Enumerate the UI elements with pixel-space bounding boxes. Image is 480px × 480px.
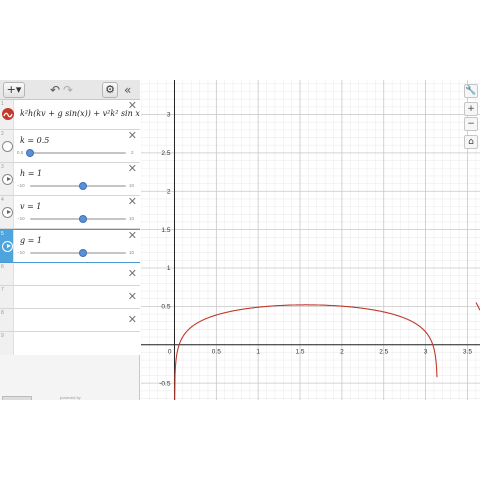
expression-number: 4 [1,197,4,203]
expression-number: 8 [1,310,4,316]
graph-settings-wrench-icon[interactable]: 🔧 [464,84,478,98]
slider-max-label[interactable]: 2 [131,150,134,155]
delete-expression-icon[interactable]: ✕ [128,314,137,326]
y-tick-label: 1 [167,265,171,272]
slider-knob[interactable] [78,215,87,223]
x-tick-label: 1.5 [296,349,305,356]
powered-by-label: powered by [60,395,81,400]
collapse-panel-icon[interactable]: « [124,82,131,98]
slider-label[interactable]: g = 1 [20,236,42,245]
x-tick-label: 2.5 [379,349,388,356]
redo-icon[interactable]: ↷ [63,82,73,98]
y-tick-label: 2.5 [161,150,170,157]
graph-paper[interactable]: 0 0.5 1 1.5 2 2.5 3 3.5 3 2.5 2 1.5 1 0.5 -0.5 🔧 + − ⌂ [141,80,480,400]
x-tick-label: 3.5 [463,349,472,356]
slider-track[interactable] [30,182,126,190]
x-tick-label: 0.5 [212,349,221,356]
keypad-toggle-button[interactable] [2,396,32,400]
graph-canvas[interactable]: 0 0.5 1 1.5 2 2.5 3 3.5 3 2.5 2 1.5 1 0.5 -0.5 [141,80,480,400]
default-zoom-home-button[interactable]: ⌂ [464,135,478,149]
expression-index-cell: 9 [0,332,14,355]
y-tick-label: 0.5 [161,304,170,311]
x-tick-label: 0 [168,349,172,356]
x-tick-label: 3 [424,349,428,356]
delete-expression-icon[interactable]: ✕ [128,130,137,142]
graph-color-icon[interactable] [2,108,14,120]
delete-expression-icon[interactable]: ✕ [128,196,137,208]
play-slider-icon[interactable] [2,207,13,218]
expression-toolbar: +▾ ↶ ↷ ⚙ « [0,80,140,100]
slider-label[interactable]: h = 1 [20,169,42,178]
undo-icon[interactable]: ↶ [50,82,60,98]
slider-label[interactable]: v = 1 [20,202,41,211]
slider-max-label[interactable]: 10 [129,183,134,188]
expression-number: 9 [1,333,4,339]
zoom-in-button[interactable]: + [464,102,478,116]
expression-index-cell: 7 [0,286,14,308]
settings-button[interactable]: ⚙ [102,82,118,98]
delete-expression-icon[interactable]: ✕ [128,268,137,280]
y-tick-label: 1.5 [161,227,170,234]
expression-number: 1 [1,101,4,107]
slider-min-label[interactable]: 0.5 [17,150,23,155]
y-tick-label: 3 [167,112,171,119]
slider-track[interactable] [26,149,126,157]
expression-number: 7 [1,287,4,293]
expression-index-cell: 6 [0,263,14,285]
expression-list: 1 k²h(kv + g sin(x)) + v²k² sin x ✕ 2 k … [0,100,140,355]
expression-latex[interactable]: k²h(kv + g sin(x)) + v²k² sin x [20,109,140,118]
expression-number: 5 [1,231,4,237]
zoom-out-button[interactable]: − [464,117,478,131]
slider-min-label[interactable]: −10 [17,216,25,221]
slider-knob[interactable] [78,182,87,190]
x-tick-label: 2 [340,349,344,356]
play-slider-icon[interactable] [2,241,13,252]
expression-row-2[interactable]: 2 k = 0.5 0.5 2 ✕ [0,130,140,163]
slider-track[interactable] [30,249,126,257]
play-slider-icon[interactable] [2,174,13,185]
delete-expression-icon[interactable]: ✕ [128,291,137,303]
expression-row-1[interactable]: 1 k²h(kv + g sin(x)) + v²k² sin x ✕ [0,100,140,130]
expression-index-cell: 8 [0,309,14,331]
expression-row-8[interactable]: 8 ✕ [0,309,140,332]
delete-expression-icon[interactable]: ✕ [128,230,137,242]
slider-track[interactable] [30,215,126,223]
expression-row-9[interactable]: 9 [0,332,140,355]
slider-max-label[interactable]: 10 [129,250,134,255]
x-tick-label: 1 [256,349,260,356]
delete-expression-icon[interactable]: ✕ [128,100,137,112]
expression-panel: +▾ ↶ ↷ ⚙ « 1 k²h(kv + g sin(x)) + v²k² s… [0,80,140,400]
expression-number: 3 [1,164,4,170]
slider-label[interactable]: k = 0.5 [20,136,49,145]
y-tick-label: -0.5 [159,380,171,387]
slider-min-label[interactable]: −10 [17,250,25,255]
slider-settings-icon[interactable] [2,141,13,152]
graphing-calculator-app: +▾ ↶ ↷ ⚙ « 1 k²h(kv + g sin(x)) + v²k² s… [0,80,480,400]
slider-knob[interactable] [26,149,34,157]
add-expression-button[interactable]: +▾ [3,82,25,98]
y-tick-label: 2 [167,188,171,195]
slider-max-label[interactable]: 10 [129,216,134,221]
delete-expression-icon[interactable]: ✕ [128,163,137,175]
expression-number: 2 [1,131,4,137]
expression-number: 6 [1,264,4,270]
expression-row-7[interactable]: 7 ✕ [0,286,140,309]
expression-row-5[interactable]: 5 g = 1 −10 10 ✕ [0,229,140,263]
expression-row-6[interactable]: 6 ✕ [0,263,140,286]
slider-knob[interactable] [78,249,87,257]
expression-row-3[interactable]: 3 h = 1 −10 10 ✕ [0,163,140,196]
slider-min-label[interactable]: −10 [17,183,25,188]
expression-row-4[interactable]: 4 v = 1 −10 10 ✕ [0,196,140,229]
